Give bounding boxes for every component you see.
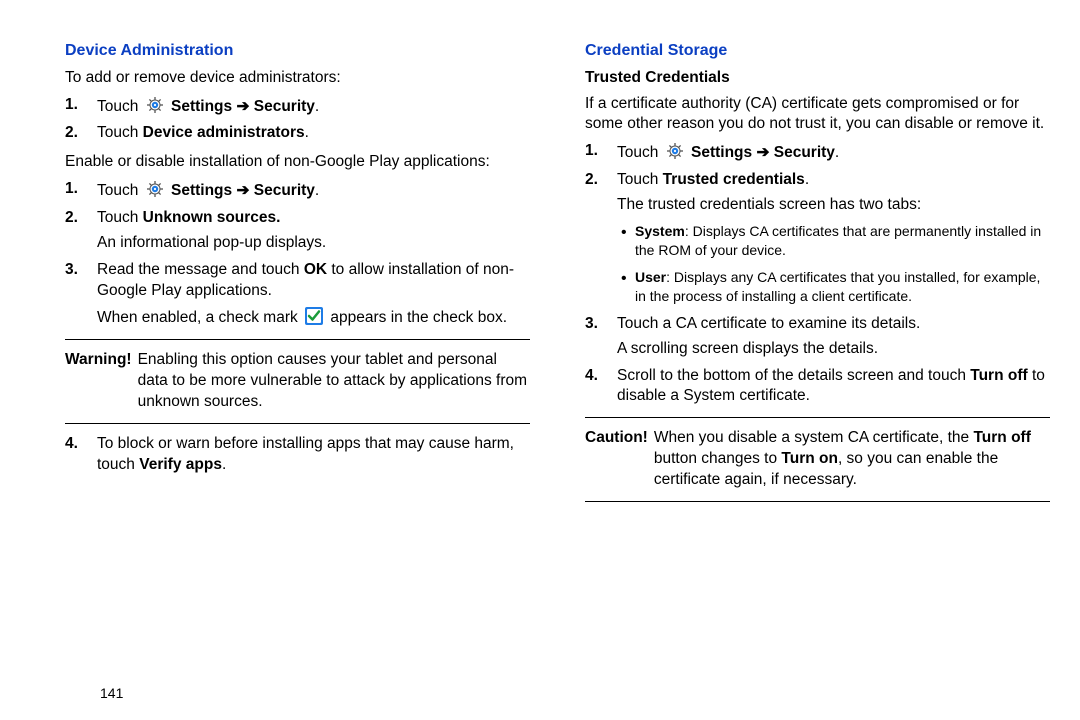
left-column: Device Administration To add or remove d… bbox=[65, 40, 530, 700]
bullet-list: System: Displays CA certificates that ar… bbox=[617, 222, 1050, 306]
divider bbox=[65, 423, 530, 424]
step-subtext: A scrolling screen displays the details. bbox=[617, 339, 1050, 360]
step-item: 1. Touch bbox=[617, 141, 1050, 164]
step-text: Touch bbox=[97, 209, 143, 226]
step-bold: Turn off bbox=[970, 367, 1027, 384]
step-item: 4. Scroll to the bottom of the details s… bbox=[617, 366, 1050, 408]
arrow-icon: ➔ bbox=[752, 144, 774, 161]
step-item: 2. Touch Unknown sources. An information… bbox=[97, 208, 530, 254]
bullet-item: User: Displays any CA certificates that … bbox=[635, 268, 1050, 306]
step-text: . bbox=[805, 171, 809, 188]
step-item: 1. Touch bbox=[97, 95, 530, 118]
step-subtext: The trusted credentials screen has two t… bbox=[617, 195, 1050, 216]
warning-text: Enabling this option causes your tablet … bbox=[138, 350, 530, 413]
intro-text: To add or remove device administrators: bbox=[65, 68, 530, 89]
step-text: . bbox=[305, 124, 309, 141]
step-item: 3. Touch a CA certificate to examine its… bbox=[617, 314, 1050, 360]
step-text: . bbox=[835, 144, 839, 161]
step-bold: Settings bbox=[171, 182, 232, 199]
steps-list-2: 1. Touch bbox=[65, 179, 530, 329]
step-text: . bbox=[315, 98, 319, 115]
settings-icon bbox=[145, 179, 165, 199]
caution-block: Caution! When you disable a system CA ce… bbox=[585, 428, 1050, 491]
step-subtext: When enabled, a check mark appears in th… bbox=[97, 306, 530, 329]
arrow-icon: ➔ bbox=[232, 98, 254, 115]
step-bold: Trusted credentials bbox=[663, 171, 805, 188]
intro-text: If a certificate authority (CA) certific… bbox=[585, 94, 1050, 136]
step-text: Scroll to the bottom of the details scre… bbox=[617, 367, 970, 384]
step-bold: Settings bbox=[691, 144, 752, 161]
steps-list-2b: 4. To block or warn before installing ap… bbox=[65, 434, 530, 476]
step-text: Read the message and touch bbox=[97, 261, 304, 278]
divider bbox=[65, 339, 530, 340]
step-text: Touch a CA certificate to examine its de… bbox=[617, 315, 920, 332]
warning-label: Warning! bbox=[65, 350, 132, 413]
checkmark-icon bbox=[304, 306, 324, 326]
step-item: 3. Read the message and touch OK to allo… bbox=[97, 260, 530, 329]
step-bold: Settings bbox=[171, 98, 232, 115]
step-bold: OK bbox=[304, 261, 327, 278]
step-item: 4. To block or warn before installing ap… bbox=[97, 434, 530, 476]
page-number: 141 bbox=[100, 684, 123, 703]
device-admin-heading: Device Administration bbox=[65, 40, 530, 62]
step-text: Touch bbox=[97, 182, 143, 199]
settings-icon bbox=[665, 141, 685, 161]
step-bold: Security bbox=[774, 144, 835, 161]
trusted-credentials-subheading: Trusted Credentials bbox=[585, 68, 1050, 89]
step-bold: Device administrators bbox=[143, 124, 305, 141]
step-text: Touch bbox=[97, 124, 143, 141]
right-column: Credential Storage Trusted Credentials I… bbox=[585, 40, 1050, 700]
step-item: 2. Touch Trusted credentials. The truste… bbox=[617, 170, 1050, 305]
step-bold: Verify apps bbox=[139, 456, 222, 473]
warning-block: Warning! Enabling this option causes you… bbox=[65, 350, 530, 413]
intro-text: Enable or disable installation of non-Go… bbox=[65, 152, 530, 173]
step-text: . bbox=[315, 182, 319, 199]
step-item: 2. Touch Device administrators. bbox=[97, 123, 530, 144]
divider bbox=[585, 501, 1050, 502]
steps-list-right: 1. Touch bbox=[585, 141, 1050, 407]
step-text: Touch bbox=[617, 144, 663, 161]
caution-text: When you disable a system CA certificate… bbox=[654, 428, 1050, 491]
step-bold: Unknown sources. bbox=[143, 209, 281, 226]
caution-label: Caution! bbox=[585, 428, 648, 491]
step-text: Touch bbox=[97, 98, 143, 115]
credential-storage-heading: Credential Storage bbox=[585, 40, 1050, 62]
step-text: . bbox=[222, 456, 226, 473]
bullet-item: System: Displays CA certificates that ar… bbox=[635, 222, 1050, 260]
divider bbox=[585, 417, 1050, 418]
step-bold: Security bbox=[254, 182, 315, 199]
steps-list-1: 1. Touch bbox=[65, 95, 530, 145]
step-subtext: An informational pop-up displays. bbox=[97, 233, 530, 254]
settings-icon bbox=[145, 95, 165, 115]
step-bold: Security bbox=[254, 98, 315, 115]
step-item: 1. Touch bbox=[97, 179, 530, 202]
step-text: Touch bbox=[617, 171, 663, 188]
arrow-icon: ➔ bbox=[232, 182, 254, 199]
